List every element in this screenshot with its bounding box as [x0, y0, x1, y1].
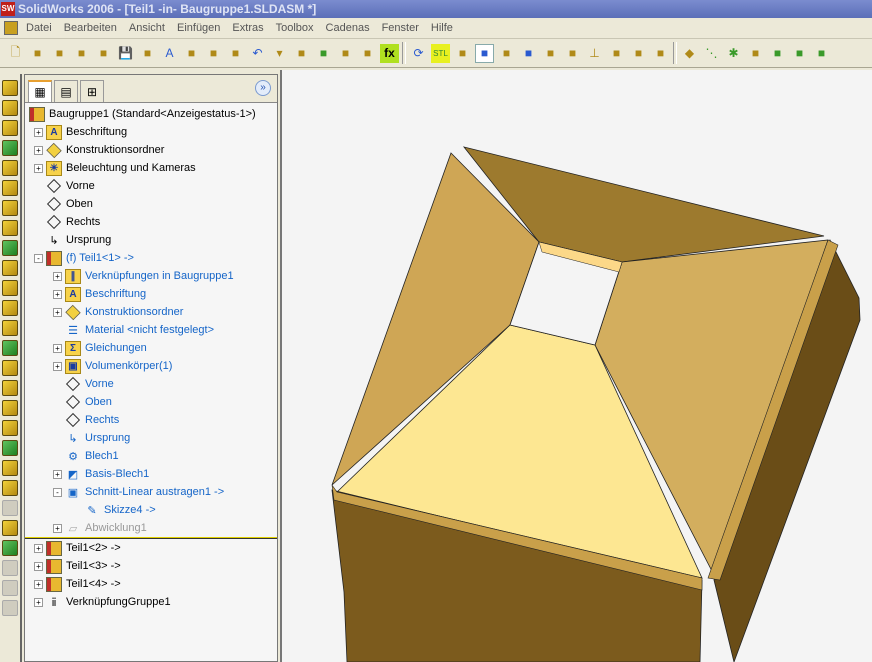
graphics-area[interactable]	[280, 70, 872, 662]
sheet-metal-model	[331, 146, 861, 662]
